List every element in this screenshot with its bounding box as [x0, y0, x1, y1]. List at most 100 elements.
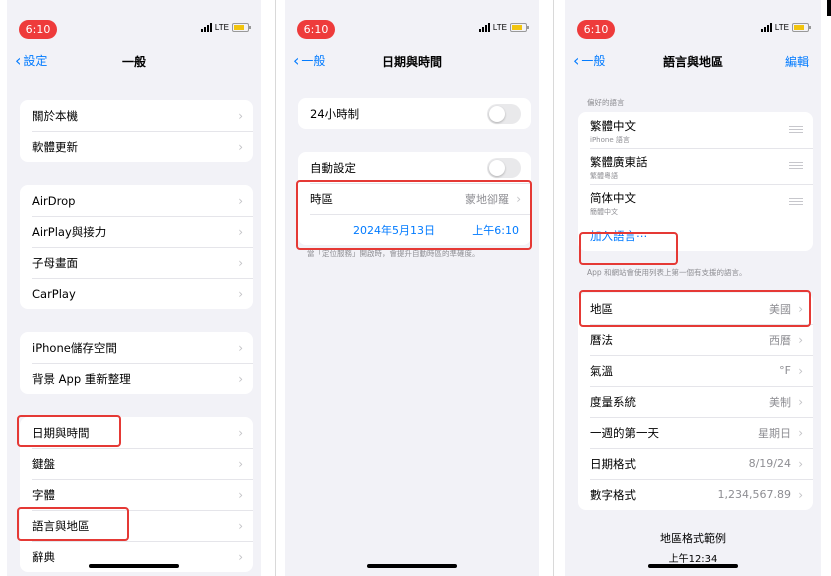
chevron-right-icon: › — [516, 191, 521, 206]
settings-row-24hour: 24小時制 — [298, 98, 531, 129]
network-type: LTE — [214, 23, 229, 32]
date-picker[interactable]: 2024年5月13日 — [353, 222, 435, 238]
location-footnote: 當「定位服務」開啟時，會提升自動時區的準確度。 — [307, 249, 480, 258]
settings-row-language-region[interactable]: 語言與地區 › — [20, 510, 253, 541]
first-weekday-value: 星期日 — [758, 426, 791, 440]
number-format-value: 1,234,567.89 — [717, 488, 791, 501]
region-value: 美國 — [769, 302, 791, 316]
format-example-time: 上午12:34 — [668, 554, 718, 565]
auto-set-toggle[interactable] — [487, 157, 521, 178]
chevron-right-icon: › — [238, 193, 243, 208]
chevron-right-icon: › — [238, 456, 243, 471]
home-indicator — [367, 564, 457, 568]
status-time: 6:10 — [19, 20, 57, 39]
settings-row-number-format[interactable]: 數字格式 1,234,567.89 › — [578, 479, 813, 510]
chevron-right-icon: › — [238, 549, 243, 564]
settings-row-airplay[interactable]: AirPlay與接力 › — [20, 216, 253, 247]
status-bar: 6:10 LTE — [7, 20, 261, 40]
battery-icon — [792, 23, 811, 32]
chevron-right-icon: › — [238, 224, 243, 239]
network-type: LTE — [492, 23, 507, 32]
settings-row-fonts[interactable]: 字體 › — [20, 479, 253, 510]
chevron-right-icon: › — [798, 332, 803, 347]
page-title: 語言與地區 — [662, 55, 723, 69]
chevron-right-icon: › — [238, 487, 243, 502]
chevron-right-icon: › — [798, 363, 803, 378]
settings-row-temperature[interactable]: 氣溫 °F › — [578, 355, 813, 386]
settings-row-auto-set: 自動設定 — [298, 152, 531, 183]
date-time-panel: 6:10 LTE ‹ 一般 日期與時間 24小時制 自動設定 時區 蒙地卻羅 › — [285, 0, 539, 576]
settings-row-pip[interactable]: 子母畫面 › — [20, 247, 253, 278]
settings-row-date-time-picker: 2024年5月13日 上午6:10 — [298, 214, 531, 245]
language-item[interactable]: 繁體中文 iPhone 語言 — [578, 112, 813, 148]
edge-mark — [827, 0, 831, 16]
settings-row-keyboard[interactable]: 鍵盤 › — [20, 448, 253, 479]
chevron-right-icon: › — [798, 487, 803, 502]
chevron-right-icon: › — [238, 340, 243, 355]
chevron-right-icon: › — [238, 518, 243, 533]
settings-row-background-refresh[interactable]: 背景 App 重新整理 › — [20, 363, 253, 394]
settings-row-region[interactable]: 地區 美國 › — [578, 293, 813, 324]
add-language-row[interactable]: 加入語言⋯ — [578, 220, 813, 251]
language-item[interactable]: 简体中文 簡體中文 — [578, 184, 813, 220]
time-picker[interactable]: 上午6:10 — [472, 222, 519, 238]
language-list: 繁體中文 iPhone 語言 繁體廣東話 繁體粵語 简体中文 簡體中文 加入語言… — [578, 112, 813, 251]
language-item[interactable]: 繁體廣東話 繁體粵語 — [578, 148, 813, 184]
settings-row-airdrop[interactable]: AirDrop › — [20, 185, 253, 216]
network-type: LTE — [774, 23, 789, 32]
status-time: 6:10 — [577, 20, 615, 39]
status-time: 6:10 — [297, 20, 335, 39]
settings-row-date-time[interactable]: 日期與時間 › — [20, 417, 253, 448]
chevron-right-icon: › — [798, 456, 803, 471]
settings-group: 24小時制 — [298, 98, 531, 129]
measurement-value: 美制 — [769, 395, 791, 409]
chevron-right-icon: › — [238, 371, 243, 386]
settings-row-about[interactable]: 關於本機 › — [20, 100, 253, 131]
chevron-right-icon: › — [238, 425, 243, 440]
nav-bar: ‹ 一般 語言與地區 編輯 — [565, 52, 821, 72]
status-bar: 6:10 LTE — [285, 20, 539, 40]
page-title: 一般 — [121, 55, 146, 69]
drag-handle-icon[interactable] — [789, 198, 803, 207]
battery-icon — [510, 23, 529, 32]
drag-handle-icon[interactable] — [789, 162, 803, 171]
date-format-value: 8/19/24 — [748, 457, 791, 470]
settings-group: iPhone儲存空間 › 背景 App 重新整理 › — [20, 332, 253, 394]
timezone-value: 蒙地卻羅 — [465, 192, 509, 206]
settings-row-carplay[interactable]: CarPlay › — [20, 278, 253, 309]
edit-button[interactable]: 編輯 — [785, 53, 809, 70]
language-footnote: App 和網站會使用列表上第一個有支援的語言。 — [587, 268, 747, 277]
home-indicator — [648, 564, 738, 568]
settings-group: 日期與時間 › 鍵盤 › 字體 › 語言與地區 › 辭典 › — [20, 417, 253, 572]
24hour-toggle[interactable] — [487, 103, 521, 124]
settings-row-date-format[interactable]: 日期格式 8/19/24 › — [578, 448, 813, 479]
add-language-button[interactable]: 加入語言⋯ — [590, 228, 648, 244]
chevron-right-icon: › — [798, 301, 803, 316]
temperature-value: °F — [779, 364, 791, 377]
signal-icon — [478, 23, 490, 32]
settings-row-timezone[interactable]: 時區 蒙地卻羅 › — [298, 183, 531, 214]
language-region-panel: 6:10 LTE ‹ 一般 語言與地區 編輯 偏好的語言 繁體中文 iPhone… — [565, 0, 821, 576]
settings-group: 自動設定 時區 蒙地卻羅 › 2024年5月13日 上午6:10 — [298, 152, 531, 245]
preferred-languages-header: 偏好的語言 — [587, 98, 625, 107]
chevron-right-icon: › — [238, 108, 243, 123]
nav-bar: ‹ 設定 一般 — [7, 52, 261, 72]
settings-row-storage[interactable]: iPhone儲存空間 › — [20, 332, 253, 363]
settings-row-calendar[interactable]: 曆法 西曆 › — [578, 324, 813, 355]
nav-bar: ‹ 一般 日期與時間 — [285, 52, 539, 72]
drag-handle-icon[interactable] — [789, 126, 803, 135]
chevron-right-icon: › — [238, 286, 243, 301]
settings-row-software-update[interactable]: 軟體更新 › — [20, 131, 253, 162]
panel-divider — [553, 0, 554, 576]
chevron-right-icon: › — [238, 139, 243, 154]
status-bar: 6:10 LTE — [565, 20, 821, 40]
chevron-right-icon: › — [798, 394, 803, 409]
settings-general-panel: 6:10 LTE ‹ 設定 一般 關於本機 › 軟體更新 › AirDrop › Ai… — [7, 0, 261, 576]
home-indicator — [89, 564, 179, 568]
signal-icon — [760, 23, 772, 32]
battery-icon — [232, 23, 251, 32]
settings-row-first-weekday[interactable]: 一週的第一天 星期日 › — [578, 417, 813, 448]
chevron-right-icon: › — [238, 255, 243, 270]
calendar-value: 西曆 — [769, 333, 791, 347]
settings-row-measurement[interactable]: 度量系統 美制 › — [578, 386, 813, 417]
